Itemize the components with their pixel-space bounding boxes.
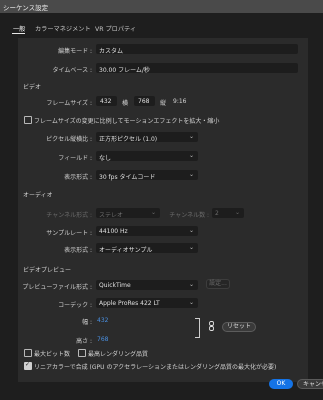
aspect-ratio: 9:16 [173, 98, 187, 105]
video-display-format-value: 30 fps タイムコード [99, 173, 156, 181]
max-render-quality-checkbox[interactable] [78, 349, 86, 357]
chevron-down-icon: ⌄ [188, 133, 194, 140]
edit-mode-field: カスタム [96, 44, 298, 55]
max-bit-depth-label: 最大ビット数 [34, 351, 71, 358]
chevron-down-icon: ⌄ [188, 299, 194, 306]
reset-button[interactable]: リセット [222, 322, 256, 332]
frame-size-label: フレームサイズ : [46, 100, 92, 107]
chevron-down-icon: ⌄ [234, 209, 240, 216]
frame-width-value: 432 [100, 97, 112, 105]
preview-height-value[interactable]: 768 [97, 336, 108, 343]
edit-mode-value: カスタム [99, 47, 124, 55]
pixel-aspect-label: ピクセル縦横比 : [46, 136, 92, 143]
chain-link-icon[interactable] [209, 321, 214, 333]
edit-mode-label: 編集モード : [58, 48, 92, 55]
max-render-quality-label: 最高レンダリング品質 [88, 351, 149, 358]
linear-color-label: リニアカラーで合成 (GPU のアクセラレーションまたはレンダリング品質の最大化… [34, 364, 277, 371]
preview-section-title: ビデオプレビュー [23, 267, 72, 274]
video-section-title: ビデオ [23, 84, 42, 91]
tab-vr-properties[interactable]: VR プロパティ [95, 24, 136, 33]
fields-dropdown[interactable]: なし ⌄ [96, 151, 198, 162]
channel-count-label: チャンネル数 : [169, 212, 209, 219]
chevron-down-icon: ⌄ [188, 244, 194, 251]
window-title: シーケンス設定 [3, 4, 49, 12]
pixel-aspect-value: 正方形ピクセル (1.0) [99, 135, 158, 143]
chevron-down-icon: ⌄ [150, 209, 156, 216]
frame-height-value: 768 [138, 97, 150, 105]
preview-width-label: 幅 : [82, 319, 92, 326]
preview-file-format-label: プレビューファイル形式 : [22, 284, 92, 291]
timebase-label: タイムベース : [52, 67, 92, 74]
tab-color-management[interactable]: カラーマネジメント [35, 24, 91, 33]
audio-display-format-value: オーディオサンプル [99, 246, 153, 254]
link-bracket [195, 318, 200, 338]
scale-motion-checkbox[interactable] [24, 116, 32, 124]
preview-height-label: 高さ : [76, 338, 92, 345]
channel-format-value: ステレオ [99, 211, 124, 219]
timebase-field: 30.00 フレーム/秒 [96, 63, 298, 74]
fields-value: なし [99, 154, 112, 162]
audio-display-format-label: 表示形式 : [64, 247, 92, 254]
audio-section-title: オーディオ [23, 192, 53, 199]
preview-width-value[interactable]: 432 [97, 317, 108, 324]
channel-count-value: 2 [215, 209, 219, 217]
scale-motion-label: フレームサイズの変更に比例してモーションエフェクトを拡大・縮小 [34, 118, 220, 125]
sample-rate-dropdown[interactable]: 44100 Hz ⌄ [96, 226, 198, 236]
ok-button[interactable]: OK [269, 379, 293, 389]
codec-dropdown[interactable]: Apple ProRes 422 LT ⌄ [96, 298, 198, 308]
frame-height-input[interactable]: 768 [134, 96, 155, 106]
frame-height-label: 縦 [160, 100, 167, 107]
pixel-aspect-dropdown[interactable]: 正方形ピクセル (1.0) ⌄ [96, 132, 198, 143]
chevron-down-icon: ⌄ [188, 281, 194, 288]
codec-label: コーデック : [58, 302, 92, 309]
codec-value: Apple ProRes 422 LT [99, 299, 160, 307]
channel-format-dropdown[interactable]: ステレオ ⌄ [96, 208, 160, 219]
video-display-format-label: 表示形式 : [64, 174, 92, 181]
frame-width-label: 横 [122, 100, 129, 107]
preview-file-format-dropdown[interactable]: QuickTime ⌄ [96, 280, 198, 290]
frame-width-input[interactable]: 432 [96, 96, 117, 106]
preview-file-format-value: QuickTime [99, 281, 131, 289]
max-bit-depth-checkbox[interactable] [24, 349, 32, 357]
video-display-format-dropdown[interactable]: 30 fps タイムコード ⌄ [96, 170, 198, 181]
cancel-button[interactable]: キャンセル [297, 379, 323, 389]
channel-format-label: チャンネル形式 : [46, 212, 92, 219]
channel-count-dropdown[interactable]: 2 ⌄ [212, 208, 244, 218]
linear-color-checkbox[interactable] [24, 361, 32, 370]
tab-general[interactable]: 一般 [13, 24, 25, 33]
chevron-down-icon: ⌄ [188, 227, 194, 234]
title-bar [0, 0, 323, 13]
timebase-value: 30.00 フレーム/秒 [99, 66, 150, 74]
fields-label: フィールド : [58, 155, 92, 162]
chevron-down-icon: ⌄ [188, 171, 194, 178]
chevron-down-icon: ⌄ [188, 152, 194, 159]
sample-rate-label: サンプルレート : [46, 230, 92, 237]
sample-rate-value: 44100 Hz [99, 227, 128, 235]
tab-active-indicator [12, 33, 25, 34]
preview-settings-button[interactable]: 設定... [206, 279, 230, 289]
audio-display-format-dropdown[interactable]: オーディオサンプル ⌄ [96, 243, 198, 254]
